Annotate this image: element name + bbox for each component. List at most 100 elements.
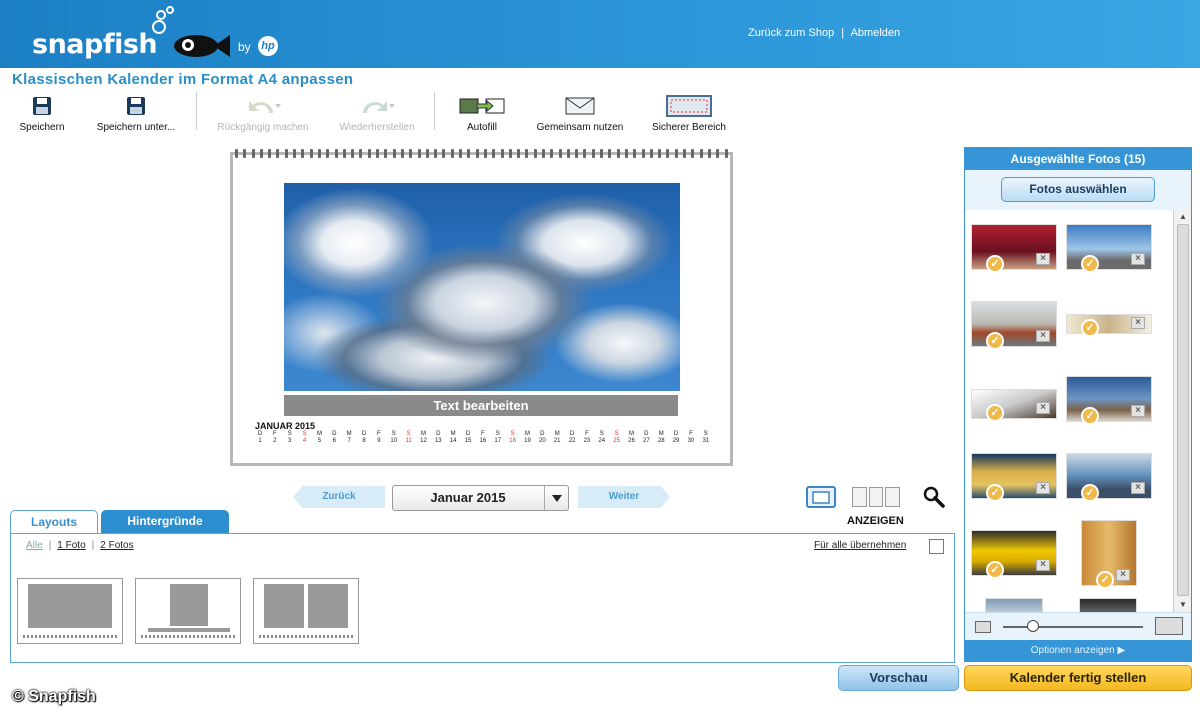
select-photos-button[interactable]: Fotos auswählen (1001, 177, 1155, 202)
month-dropdown-arrow[interactable] (544, 486, 568, 510)
spiral-ring (492, 149, 496, 158)
spiral-ring (541, 149, 545, 158)
next-month-button[interactable]: Weiter (578, 486, 670, 508)
spiral-ring (309, 149, 313, 158)
save-as-button[interactable]: Speichern unter... (92, 94, 180, 133)
spiral-ring (600, 149, 604, 158)
remove-icon[interactable]: × (1131, 253, 1145, 265)
calendar-day: M 19 (522, 431, 532, 445)
photo-thumbnail[interactable] (1079, 598, 1137, 612)
check-icon: ✓ (986, 332, 1004, 350)
photo-thumbnail[interactable]: ✓ × (971, 224, 1057, 273)
calendar-day-row: D 1 F 2 S 3 S 4 M 5 D 6 M 7 D 8 F 9 S 10 S 11 M 12 D 13 M 14 D 15 F 16 S… (255, 431, 711, 445)
page-grid-icon (868, 487, 884, 507)
page-title: Klassischen Kalender im Format A4 anpass… (12, 71, 354, 88)
weekday-initial: S (302, 431, 307, 437)
photo-thumbnail[interactable]: ✓ × (971, 389, 1057, 422)
thumbnail-size-slider[interactable] (1003, 626, 1143, 628)
day-number: 29 (672, 438, 680, 444)
day-number: 25 (613, 438, 620, 444)
day-number: 3 (288, 438, 292, 444)
filter-all-link[interactable]: Alle (26, 540, 43, 551)
photo-list-scrollbar[interactable]: ▲ ▼ (1173, 210, 1191, 612)
share-envelope-icon (565, 97, 595, 115)
bubble-icon (166, 6, 174, 14)
calendar-day: S 11 (404, 431, 414, 445)
tab-layouts[interactable]: Layouts (10, 510, 98, 534)
single-page-view-button[interactable] (806, 486, 836, 508)
photo-thumbnail[interactable] (985, 598, 1043, 612)
layout-option-two-photos[interactable] (253, 578, 359, 644)
day-number: 14 (449, 438, 457, 444)
autofill-button[interactable]: Autofill (454, 94, 510, 133)
spiral-ring (683, 149, 687, 158)
photo-thumbnail[interactable]: ✓ × (1066, 314, 1152, 337)
calendar-photo-clouds[interactable] (284, 183, 680, 391)
spiral-binding (233, 149, 730, 159)
photo-thumbnail[interactable]: ✓ × (971, 530, 1057, 579)
remove-icon[interactable]: × (1131, 317, 1145, 329)
previous-month-button[interactable]: Zurück (293, 486, 385, 508)
logout-link[interactable]: Abmelden (851, 27, 901, 39)
remove-icon[interactable]: × (1036, 482, 1050, 494)
finish-calendar-button[interactable]: Kalender fertig stellen (964, 665, 1192, 691)
photo-thumbnail[interactable]: ✓ × (971, 301, 1057, 350)
spiral-ring (699, 149, 703, 158)
back-to-shop-link[interactable]: Zurück zum Shop (748, 27, 834, 39)
calendar-day: M 14 (448, 431, 458, 445)
apply-to-all-checkbox[interactable] (929, 539, 944, 554)
calendar-page-preview[interactable]: Text bearbeiten JANUAR 2015 D1F2S3S4M5D6… (230, 149, 733, 466)
save-icon (33, 97, 51, 115)
day-number: 2 (273, 438, 277, 444)
weekday-initial: M (658, 431, 664, 437)
weekday-initial: S (703, 431, 708, 437)
photo-thumbnail[interactable]: ✓ × (971, 453, 1057, 502)
small-thumbnail-icon[interactable] (975, 621, 991, 633)
undo-button[interactable]: Rückgängig machen (214, 94, 312, 133)
apply-to-all-label[interactable]: Für alle übernehmen (814, 540, 906, 551)
weekday-initial: S (406, 431, 411, 437)
spiral-ring (624, 149, 628, 158)
calendar-day: D 22 (567, 431, 577, 445)
show-options-link[interactable]: Optionen anzeigen ▶ (965, 640, 1191, 662)
preview-button[interactable]: Vorschau (838, 665, 959, 691)
remove-icon[interactable]: × (1036, 253, 1050, 265)
remove-icon[interactable]: × (1036, 330, 1050, 342)
safe-area-button[interactable]: Sicherer Bereich (646, 94, 732, 133)
tab-backgrounds[interactable]: Hintergründe (101, 510, 229, 534)
spiral-ring (591, 149, 595, 158)
scroll-up-icon[interactable]: ▲ (1177, 212, 1189, 222)
multi-page-view-button[interactable] (852, 487, 901, 507)
layout-option-centered-photo[interactable] (135, 578, 241, 644)
scroll-down-icon[interactable]: ▼ (1177, 600, 1189, 610)
filter-one-photo-link[interactable]: 1 Foto (57, 540, 85, 551)
edit-text-button[interactable]: Text bearbeiten (284, 395, 678, 416)
large-thumbnail-icon[interactable] (1155, 617, 1183, 635)
scrollbar-thumb[interactable] (1177, 224, 1189, 596)
remove-icon[interactable]: × (1116, 569, 1130, 581)
redo-button[interactable]: Wiederherstellen (334, 94, 420, 133)
day-number: 6 (332, 438, 336, 444)
day-number: 8 (362, 438, 366, 444)
spiral-ring (342, 149, 346, 158)
redo-icon (363, 101, 395, 113)
zoom-magnifier-icon[interactable] (922, 485, 946, 509)
month-select[interactable]: Januar 2015 (392, 485, 569, 511)
remove-icon[interactable]: × (1036, 559, 1050, 571)
save-button[interactable]: Speichern (18, 94, 66, 133)
share-button[interactable]: Gemeinsam nutzen (532, 94, 628, 133)
photo-thumbnail[interactable]: ✓ × (1081, 520, 1137, 589)
remove-icon[interactable]: × (1036, 402, 1050, 414)
layout-option-full-photo[interactable] (17, 578, 123, 644)
day-number: 24 (598, 438, 606, 444)
weekday-initial: F (481, 431, 485, 437)
day-number: 15 (464, 438, 472, 444)
remove-icon[interactable]: × (1131, 482, 1145, 494)
photo-thumbnail[interactable]: ✓ × (1066, 453, 1152, 502)
filter-two-photos-link[interactable]: 2 Fotos (100, 540, 133, 551)
toolbar-divider (196, 92, 197, 130)
slider-knob[interactable] (1027, 620, 1039, 632)
photo-thumbnail[interactable]: ✓ × (1066, 224, 1152, 273)
photo-thumbnail[interactable]: ✓ × (1066, 376, 1152, 425)
remove-icon[interactable]: × (1131, 405, 1145, 417)
